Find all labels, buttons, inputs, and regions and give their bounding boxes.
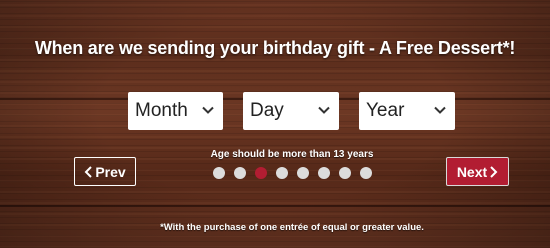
footnote: *With the purchase of one entrée of equa… [160,222,424,233]
prev-button-label: Prev [95,163,126,180]
next-button[interactable]: Next [446,157,509,186]
progress-dot [234,167,246,179]
progress-dot [213,167,225,179]
chevron-left-icon [84,165,93,178]
month-select[interactable]: Month [128,92,223,130]
chevron-down-icon [434,106,446,114]
progress-dot [318,167,330,179]
chevron-right-icon [490,165,498,178]
progress-dot-active [255,167,267,179]
wood-plank-seam [0,205,550,207]
chevron-down-icon [202,106,214,114]
day-select[interactable]: Day [243,92,339,130]
year-select[interactable]: Year [359,92,455,130]
chevron-down-icon [318,106,330,114]
page-title: When are we sending your birthday gift -… [34,38,516,58]
year-select-value: Year [366,100,405,121]
month-select-value: Month [135,100,188,121]
prev-button[interactable]: Prev [74,157,136,186]
progress-dot [276,167,288,179]
day-select-value: Day [250,100,284,121]
progress-dot [297,167,309,179]
progress-dot [360,167,372,179]
next-button-label: Next [456,163,488,180]
progress-dot [339,167,351,179]
